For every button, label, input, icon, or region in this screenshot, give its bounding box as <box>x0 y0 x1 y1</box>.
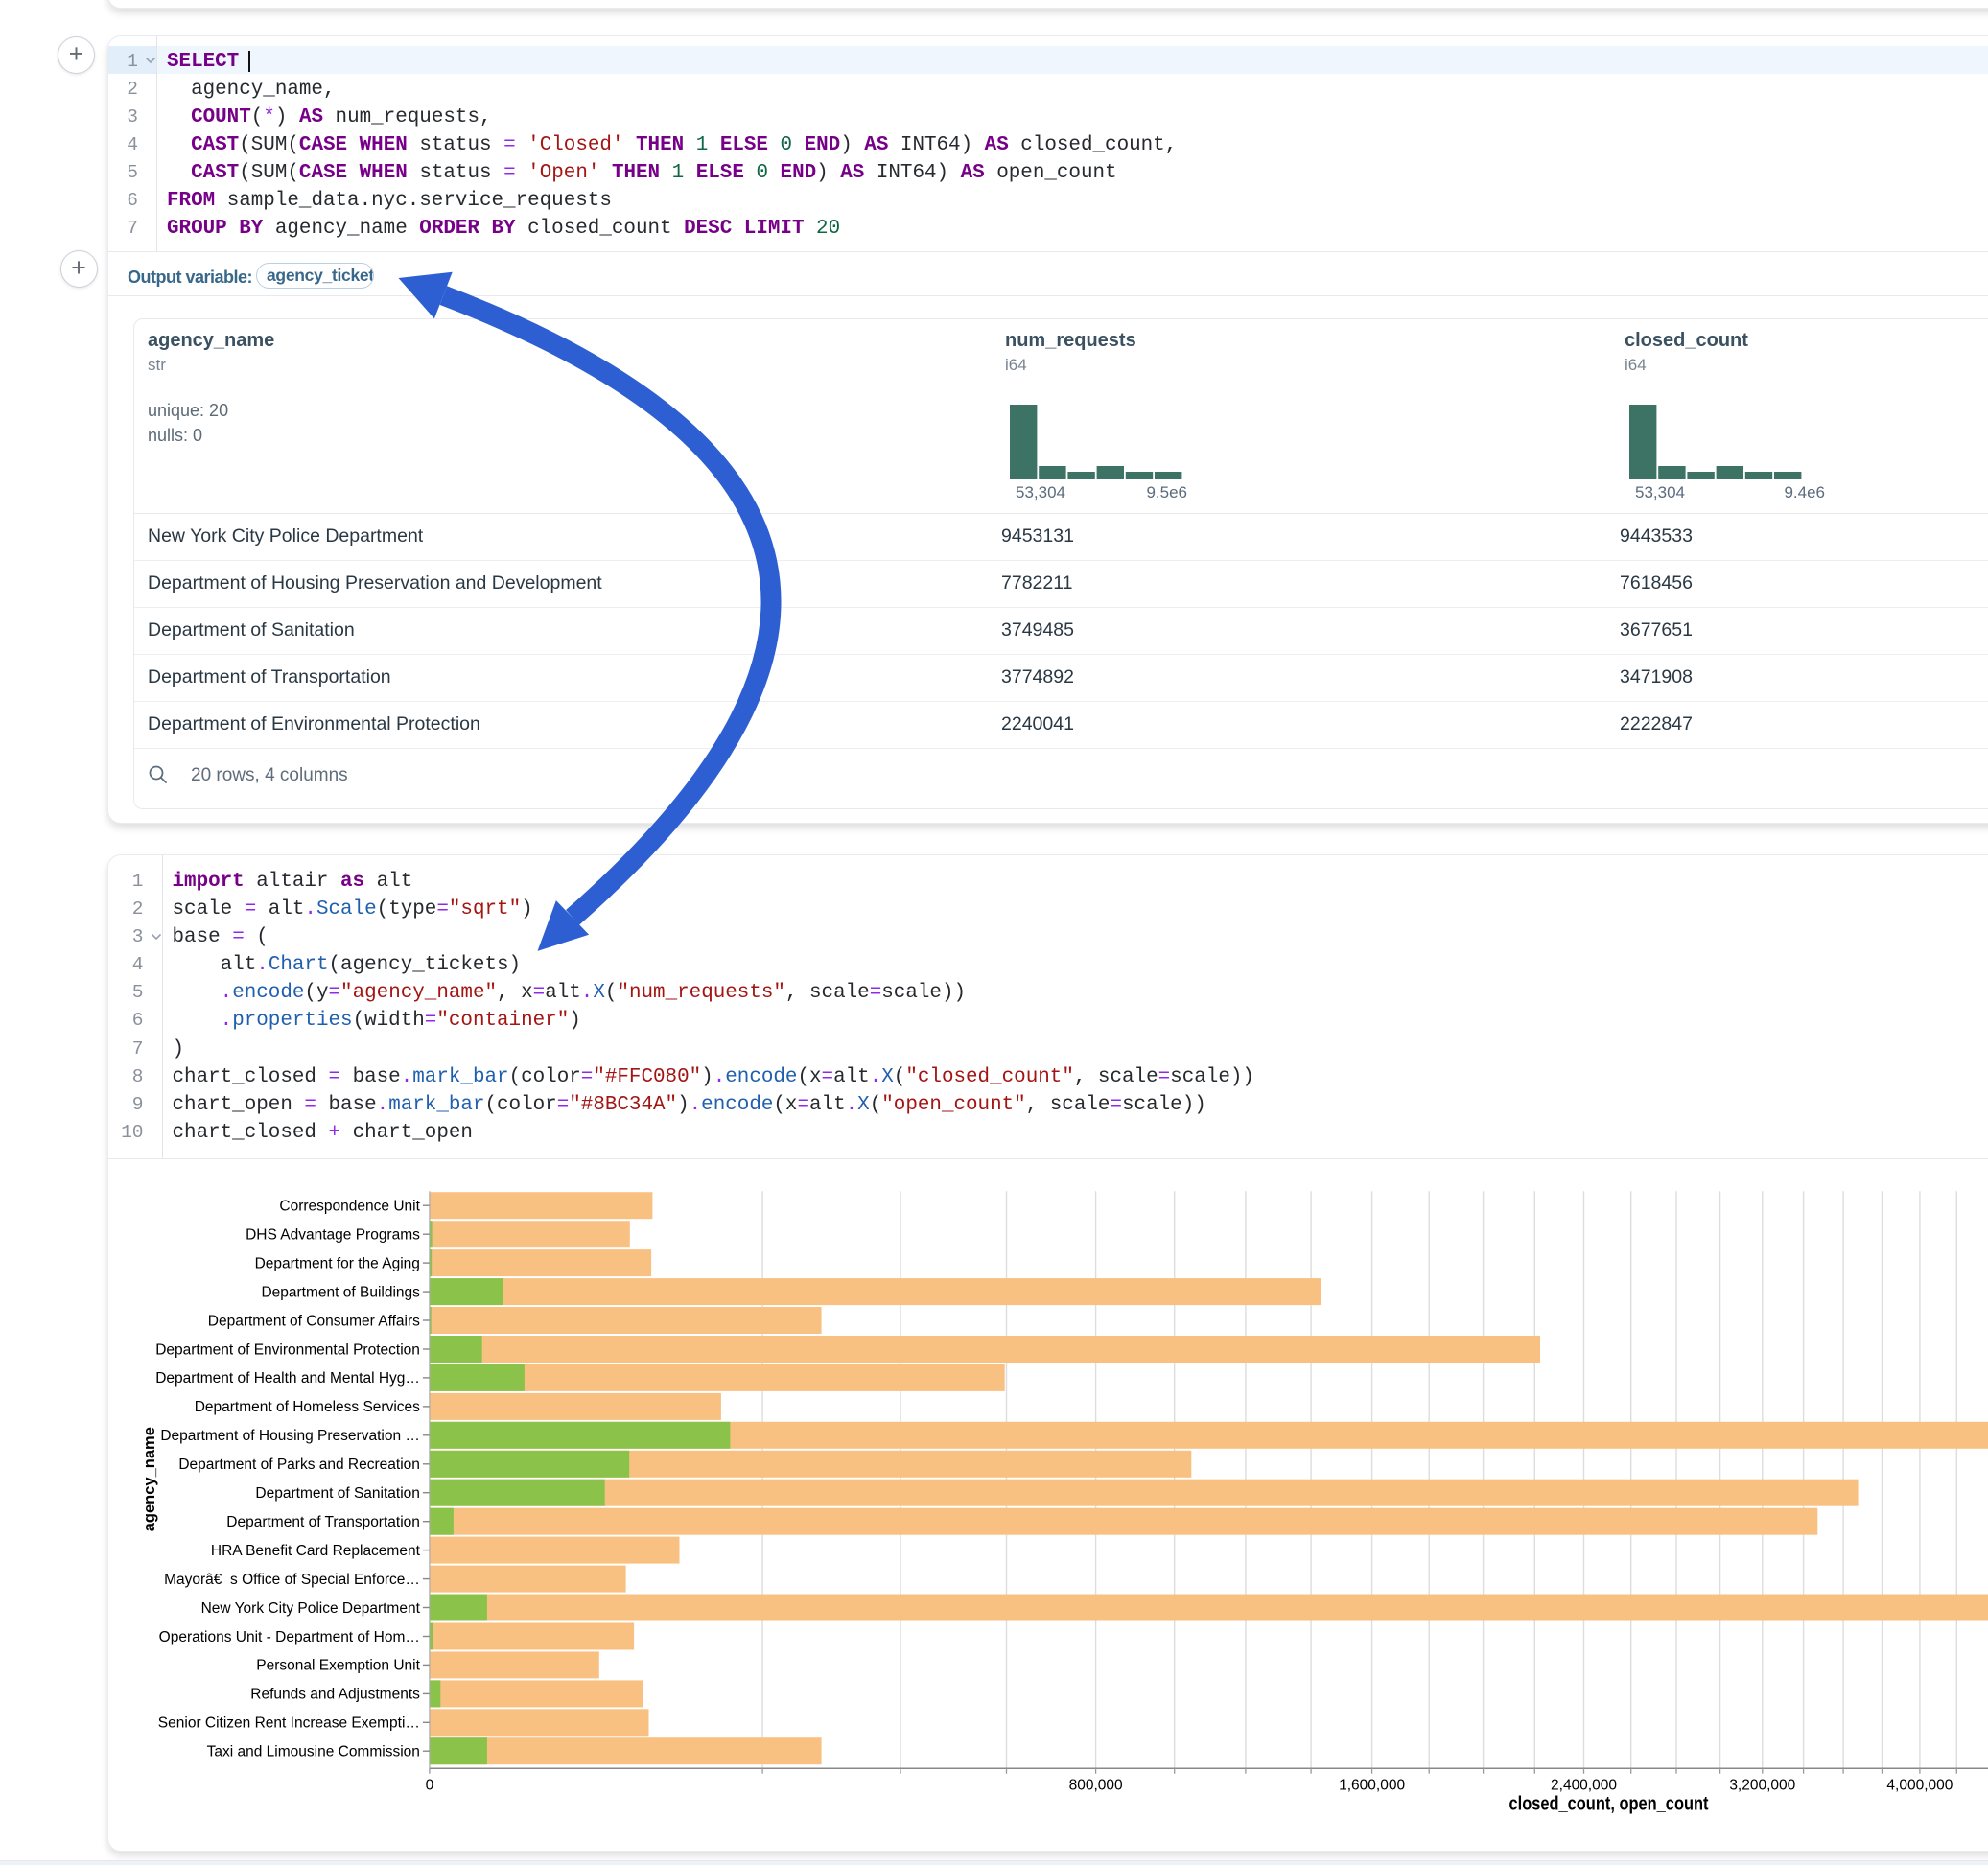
svg-text:2,400,000: 2,400,000 <box>1551 1778 1617 1794</box>
svg-text:HRA Benefit Card Replacement: HRA Benefit Card Replacement <box>211 1543 421 1559</box>
svg-text:Department of Parks and Recrea: Department of Parks and Recreation <box>178 1457 420 1473</box>
svg-text:3,200,000: 3,200,000 <box>1729 1778 1795 1794</box>
svg-text:Personal Exemption Unit: Personal Exemption Unit <box>256 1658 420 1674</box>
svg-text:Taxi and Limousine Commission: Taxi and Limousine Commission <box>207 1744 420 1760</box>
svg-text:Senior Citizen Rent Increase E: Senior Citizen Rent Increase Exempti… <box>158 1715 420 1732</box>
svg-text:Department of Transportation: Department of Transportation <box>226 1514 420 1530</box>
svg-text:1,600,000: 1,600,000 <box>1339 1778 1405 1794</box>
svg-text:Department of Buildings: Department of Buildings <box>261 1285 420 1301</box>
svg-text:Correspondence Unit: Correspondence Unit <box>279 1199 420 1215</box>
svg-text:DHS Advantage Programs: DHS Advantage Programs <box>246 1227 420 1244</box>
svg-text:Department of Health and Menta: Department of Health and Mental Hyg… <box>155 1370 420 1387</box>
svg-text:800,000: 800,000 <box>1069 1778 1123 1794</box>
svg-text:Department of Homeless Service: Department of Homeless Services <box>195 1399 420 1415</box>
svg-text:Department for the Aging: Department for the Aging <box>255 1256 420 1272</box>
svg-text:0: 0 <box>426 1778 434 1794</box>
svg-text:Operations Unit - Department o: Operations Unit - Department of Hom… <box>159 1629 420 1645</box>
svg-text:closed_count, open_count: closed_count, open_count <box>1509 1794 1709 1815</box>
svg-text:4,000,000: 4,000,000 <box>1886 1778 1953 1794</box>
svg-text:Mayorâ€ s Office of Special E: Mayorâ€ s Office of Special Enforce… <box>164 1572 420 1588</box>
svg-text:Department of Environmental Pr: Department of Environmental Protection <box>155 1342 420 1359</box>
svg-text:Department of Consumer Affairs: Department of Consumer Affairs <box>208 1314 420 1330</box>
svg-text:Department of Sanitation: Department of Sanitation <box>255 1485 419 1502</box>
svg-text:agency_name: agency_name <box>141 1427 158 1531</box>
svg-text:New York City Police Departmen: New York City Police Department <box>201 1600 421 1617</box>
svg-text:Department of Housing Preserva: Department of Housing Preservation … <box>160 1428 420 1444</box>
svg-text:Refunds and Adjustments: Refunds and Adjustments <box>250 1687 420 1703</box>
